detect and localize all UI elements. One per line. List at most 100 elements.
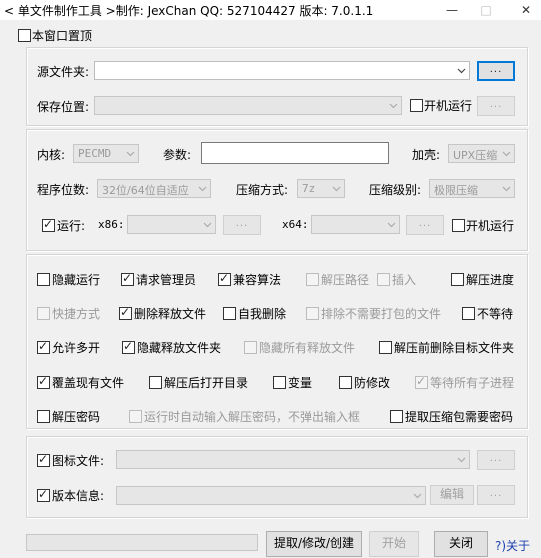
option-checkbox[interactable]: ✓ (121, 271, 134, 286)
chevron-down-icon (203, 220, 212, 229)
minimize-button[interactable]: — (438, 0, 466, 20)
close-window-button[interactable]: ✕ (512, 0, 540, 20)
icon-browse-button[interactable]: ... (477, 450, 515, 470)
status-bar (26, 534, 258, 551)
compress-level-label: 压缩级别: (369, 183, 422, 197)
about-link[interactable]: ?)关于 (495, 537, 530, 554)
option-checkbox[interactable] (244, 341, 257, 354)
option-checkbox[interactable] (223, 307, 236, 320)
run-checkbox[interactable]: ✓ (42, 217, 55, 232)
option-checkbox[interactable] (306, 307, 319, 320)
edit-version-button[interactable]: 编辑 (430, 485, 474, 505)
close-button[interactable]: 关闭 (434, 531, 488, 557)
title-bar: < 单文件制作工具 >制作: JexChan QQ: 527104427 版本:… (0, 0, 541, 20)
icon-file-label: 图标文件: (52, 454, 105, 468)
option-label: 解压密码 (52, 410, 101, 424)
option-label: 允许多开 (52, 341, 101, 355)
kernel-combo[interactable]: PECMD (73, 144, 139, 163)
param-label: 参数: (163, 148, 192, 162)
option-checkbox[interactable] (462, 307, 475, 320)
param-input[interactable] (201, 142, 389, 164)
source-folder-combo[interactable] (94, 61, 470, 80)
option-checkbox[interactable] (379, 341, 392, 354)
resources-group (26, 436, 528, 518)
option-checkbox[interactable]: ✓ (415, 374, 428, 389)
option-checkbox[interactable] (390, 410, 403, 423)
version-info-label: 版本信息: (52, 489, 105, 503)
icon-file-checkbox[interactable]: ✓ (37, 452, 50, 467)
bits-value: 32位/64位自适应 (102, 184, 189, 197)
option-checkbox[interactable] (37, 273, 50, 286)
option-label: 解压进度 (466, 273, 515, 287)
x86-browse-button[interactable]: ... (223, 215, 261, 235)
chevron-down-icon (413, 491, 422, 500)
option-label: 解压后打开目录 (164, 376, 249, 390)
save-location-combo[interactable] (94, 96, 402, 115)
option-label: 兼容算法 (233, 273, 282, 287)
window-title: < 单文件制作工具 >制作: JexChan QQ: 527104427 版本:… (4, 4, 374, 18)
chevron-down-icon (502, 184, 511, 193)
compress-level-combo[interactable]: 极限压缩 (429, 179, 515, 198)
x86-label: x86: (98, 218, 125, 231)
option-checkbox[interactable]: ✓ (37, 374, 50, 389)
start-button[interactable]: 开始 (369, 531, 419, 557)
x86-combo[interactable] (127, 215, 216, 234)
maximize-button[interactable]: □ (472, 0, 500, 20)
option-checkbox[interactable] (306, 273, 319, 286)
compress-method-combo[interactable]: 7z (297, 179, 345, 198)
autorun-checkbox[interactable] (410, 99, 423, 112)
option-label: 提取压缩包需要密码 (405, 410, 514, 424)
source-browse-button[interactable]: ... (477, 61, 515, 81)
source-folder-label: 源文件夹: (37, 65, 90, 79)
bits-combo[interactable]: 32位/64位自适应 (97, 179, 211, 198)
option-checkbox[interactable] (377, 273, 390, 286)
extract-modify-create-button[interactable]: 提取/修改/创建 (266, 531, 362, 557)
run-label: 运行: (57, 219, 86, 233)
option-checkbox[interactable] (149, 376, 162, 389)
option-checkbox[interactable] (273, 376, 286, 389)
option-label: 隐藏所有释放文件 (259, 341, 356, 355)
chevron-down-icon (457, 455, 466, 464)
version-info-checkbox[interactable]: ✓ (37, 487, 50, 502)
option-checkbox[interactable]: ✓ (122, 339, 135, 354)
option-label: 变量 (288, 376, 313, 390)
version-browse-button[interactable]: ... (477, 485, 515, 505)
shell-combo[interactable]: UPX压缩 (448, 144, 515, 163)
chevron-down-icon (126, 149, 135, 158)
autorun2-checkbox[interactable] (452, 219, 465, 232)
option-label: 快捷方式 (52, 307, 101, 321)
compress-level-value: 极限压缩 (434, 184, 478, 197)
autorun-label: 开机运行 (424, 99, 473, 113)
option-checkbox[interactable] (451, 273, 464, 286)
topmost-label: 本窗口置顶 (32, 29, 93, 43)
chevron-down-icon (332, 184, 341, 193)
chevron-down-icon (389, 101, 398, 110)
option-label: 请求管理员 (136, 273, 197, 287)
kernel-value: PECMD (78, 147, 112, 160)
autorun2-label: 开机运行 (466, 219, 515, 233)
option-checkbox[interactable] (37, 307, 50, 320)
topmost-checkbox[interactable] (18, 29, 31, 42)
option-checkbox[interactable] (37, 410, 50, 423)
bits-label: 程序位数: (37, 183, 90, 197)
x64-browse-button[interactable]: ... (406, 215, 444, 235)
option-checkbox[interactable] (129, 410, 142, 423)
option-label: 防修改 (354, 376, 391, 390)
option-checkbox[interactable] (339, 376, 352, 389)
version-info-combo[interactable] (116, 486, 426, 505)
option-label: 解压路径 (321, 273, 370, 287)
chevron-down-icon (387, 220, 396, 229)
option-label: 插入 (392, 273, 417, 287)
icon-file-combo[interactable] (116, 450, 470, 469)
option-checkbox[interactable]: ✓ (218, 271, 231, 286)
option-checkbox[interactable]: ✓ (119, 305, 132, 320)
x64-combo[interactable] (311, 215, 400, 234)
chevron-down-icon (502, 149, 511, 158)
option-label: 运行时自动输入解压密码，不弹出输入框 (144, 410, 361, 424)
option-checkbox[interactable]: ✓ (37, 339, 50, 354)
save-browse-button[interactable]: ... (477, 96, 515, 116)
shell-value: UPX压缩 (453, 149, 498, 162)
shell-label: 加壳: (412, 148, 441, 162)
save-location-label: 保存位置: (37, 100, 90, 114)
chevron-down-icon (198, 184, 207, 193)
